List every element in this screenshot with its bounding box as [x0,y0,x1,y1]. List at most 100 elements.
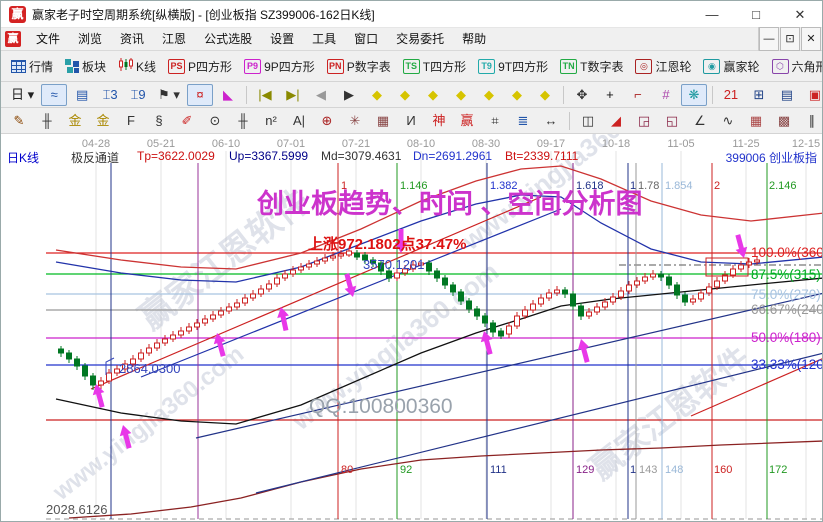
parallel-lines-tool-button[interactable]: ∥ [799,110,822,132]
shen-tool-button[interactable]: 神 [426,110,452,132]
candle [259,289,264,294]
quotes-button[interactable]: 行情 [6,55,58,78]
kline-chart-canvas[interactable]: 赢家江恩软件www.yingjia360.comwww.yingjia360.c… [1,134,823,522]
brush-tool-button[interactable]: ✐ [174,110,200,132]
menu-item-8[interactable]: 交易委托 [387,28,453,50]
fib-f-tool-button[interactable]: F [118,110,144,132]
mdi-minimize-button[interactable]: — [759,27,779,51]
last-bar-button[interactable]: ▶| [280,84,306,106]
notes-button[interactable]: ▤ [774,84,800,106]
menu-item-1[interactable]: 浏览 [69,28,111,50]
grid-cross-tool-button[interactable]: ▦ [743,110,769,132]
hatch-tool-button[interactable]: ╫ [34,110,60,132]
golden-box-tool-button[interactable]: 金 [90,110,116,132]
section9-tool-button[interactable]: § [146,110,172,132]
menu-item-0[interactable]: 文件 [27,28,69,50]
last-bar-icon: ▶| [285,87,301,103]
zoom-diamond-in-button[interactable]: ◆ [448,84,474,106]
hatch2-tool-button[interactable]: ╫ [230,110,256,132]
grid-tool-button[interactable]: ⌗ [482,110,508,132]
flag-marker-button[interactable]: ⚑ ▾ [153,84,185,106]
time-cycle-tool-button[interactable]: ⊙ [202,110,228,132]
grid-net-button[interactable]: # [653,84,679,106]
report-button[interactable]: ▤ [69,84,95,106]
fan-box-tool-button[interactable]: ◲ [631,110,657,132]
gann-fan-tool-button[interactable]: ◢ [603,110,629,132]
zoom-diamond-right-button[interactable]: ◆ [392,84,418,106]
pattern-box-button[interactable]: ¤ [187,84,213,106]
period-day-selector-button[interactable]: 日 ▾ [6,84,39,106]
wave-tool-button[interactable]: И [398,110,424,132]
p-number-button[interactable]: PNP数字表 [322,55,396,78]
zoom-diamond-in-icon: ◆ [453,87,469,103]
measure-key-button[interactable]: ⌐ [625,84,651,106]
menu-item-4[interactable]: 公式选股 [195,28,261,50]
golden-section-tool-button[interactable]: 金 [62,110,88,132]
width-measure-tool-button[interactable]: ↔ [538,110,564,132]
gann-wheel-button[interactable]: ◎江恩轮 [630,55,696,78]
width-measure-tool-icon: ↔ [543,113,559,129]
window-split-tool-button[interactable]: ◫ [575,110,601,132]
zoom-diamond-v-button[interactable]: ◆ [504,84,530,106]
winner-wheel-button[interactable]: ◉赢家轮 [698,55,764,78]
step-forward-button[interactable]: ▶ [336,84,362,106]
retracement-label: 87.5%(315) [751,267,821,282]
candle [659,274,664,277]
bars-9-button[interactable]: ⌶9 [125,84,151,106]
menu-item-5[interactable]: 设置 [261,28,303,50]
n-square-tool-button[interactable]: n² [258,110,284,132]
p-square-button[interactable]: PSP四方形 [163,55,237,78]
star-cycle-tool-button[interactable]: ✳ [342,110,368,132]
kline-button[interactable]: K线 [113,54,161,78]
candle [235,303,240,307]
mdi-close-button[interactable]: ✕ [801,27,821,51]
t-square-button[interactable]: TST四方形 [398,55,471,78]
t9-square-button[interactable]: T99T四方形 [473,55,553,78]
zoom-diamond-out-button[interactable]: ◆ [476,84,502,106]
bars-3-button[interactable]: ⌶3 [97,84,123,106]
t9-square-button-label: 9T四方形 [498,58,548,75]
zoom-diamond-left-button[interactable]: ◆ [364,84,390,106]
zoom-diamond-h-button[interactable]: ◆ [420,84,446,106]
t-number-button[interactable]: TNT数字表 [555,55,628,78]
maximize-button[interactable]: □ [734,1,778,28]
menu-item-7[interactable]: 窗口 [345,28,387,50]
notes-icon: ▤ [779,87,795,103]
analysis-brain-button[interactable]: ❋ [681,84,707,106]
step-back-button[interactable]: ◀ [308,84,334,106]
calculator-button[interactable]: ⊞ [746,84,772,106]
minimize-button[interactable]: — [690,1,734,28]
hexagon-button[interactable]: ⬡六角形 [767,55,823,78]
zoom-diamond-all-button[interactable]: ◆ [532,84,558,106]
mdi-restore-button[interactable]: ⊡ [780,27,800,51]
toolbar-separator [563,86,564,104]
ying-tool-button[interactable]: 赢 [454,110,480,132]
pen-tool-button[interactable]: ✎ [6,110,32,132]
stat-flag-button[interactable]: ◣ [215,84,241,106]
text-tool-button[interactable]: A| [286,110,312,132]
p9-square-button[interactable]: P99P四方形 [239,55,320,78]
watermark-qq: QQ:100800360 [309,395,453,418]
golden-box-tool-icon: 金 [95,113,111,129]
gann-grid-tool-button[interactable]: ▦ [370,110,396,132]
t-number-icon: TN [560,59,577,74]
grid-pattern-tool-button[interactable]: ▩ [771,110,797,132]
menu-item-3[interactable]: 江恩 [153,28,195,50]
close-button[interactable]: ✕ [778,1,822,28]
first-bar-button[interactable]: |◀ [252,84,278,106]
menu-item-9[interactable]: 帮助 [453,28,495,50]
angle-lines-tool-button[interactable]: ∠ [687,110,713,132]
calendar-button[interactable]: 21 [718,84,744,106]
gann-circle-tool-button[interactable]: ⊕ [314,110,340,132]
menu-item-2[interactable]: 资讯 [111,28,153,50]
blocks-button[interactable]: 板块 [60,55,111,78]
menu-item-6[interactable]: 工具 [303,28,345,50]
drag-hand-button[interactable]: ✥ [569,84,595,106]
zigzag-tool-button[interactable]: ∿ [715,110,741,132]
crosshair-button[interactable]: + [597,84,623,106]
fan-box2-tool-button[interactable]: ◱ [659,110,685,132]
flag-marker-icon: ⚑ ▾ [158,87,180,103]
chart-window-button[interactable]: ≈ [41,84,67,106]
ruler-123-tool-button[interactable]: ≣ [510,110,536,132]
save-disk-button[interactable]: ▣ [802,84,822,106]
